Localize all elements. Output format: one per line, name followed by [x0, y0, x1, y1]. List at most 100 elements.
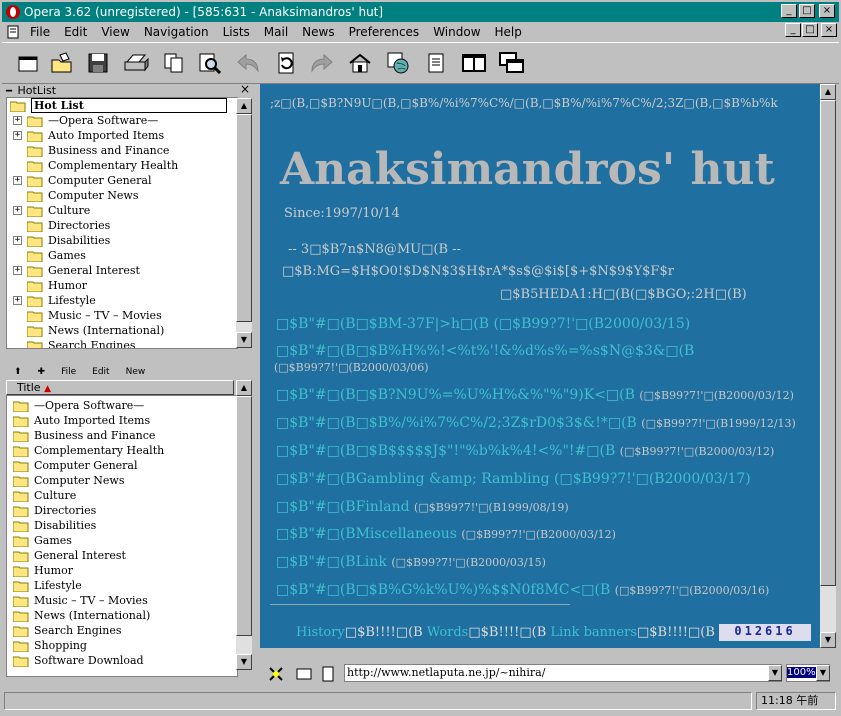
cascade-icon[interactable] — [498, 49, 526, 77]
move-up-icon[interactable]: ⬆ — [6, 367, 30, 377]
hotlist-item[interactable]: Music – TV – Movies — [7, 308, 237, 323]
minimize-button[interactable]: _ — [781, 4, 797, 18]
notes-icon[interactable] — [422, 49, 450, 77]
scroll-up-button[interactable]: ▲ — [236, 380, 252, 396]
new-page-icon[interactable] — [14, 49, 42, 77]
hotlist-new-button[interactable]: New — [118, 367, 154, 377]
hotlist-item[interactable]: Directories — [7, 218, 237, 233]
scroll-thumb[interactable] — [236, 114, 252, 322]
scroll-thumb[interactable] — [820, 100, 836, 586]
expand-icon[interactable]: + — [13, 131, 22, 140]
title-list-item[interactable]: Humor — [7, 563, 237, 578]
split-vertical-icon[interactable] — [460, 49, 488, 77]
save-icon[interactable] — [84, 49, 112, 77]
title-list-item[interactable]: Auto Imported Items — [7, 413, 237, 428]
title-list-scrollbar[interactable]: ▲ ▼ — [236, 380, 252, 670]
hotlist-item[interactable]: Search Engines — [7, 338, 237, 348]
hotlist-item[interactable]: + General Interest — [7, 263, 237, 278]
title-list-item[interactable]: Disabilities — [7, 518, 237, 533]
scroll-down-button[interactable]: ▼ — [236, 654, 252, 670]
menu-file[interactable]: File — [23, 25, 57, 39]
title-list-item[interactable]: Culture — [7, 488, 237, 503]
window-icon[interactable] — [296, 668, 312, 683]
menu-view[interactable]: View — [94, 25, 136, 39]
hotlist-item[interactable]: + Disabilities — [7, 233, 237, 248]
zoom-dropdown-button[interactable]: ▼ — [816, 665, 830, 681]
scroll-up-button[interactable]: ▲ — [820, 84, 836, 100]
title-list-item[interactable]: Search Engines — [7, 623, 237, 638]
title-list-item[interactable]: Software Download — [7, 653, 237, 668]
title-list-item[interactable]: Games — [7, 533, 237, 548]
back-icon[interactable] — [234, 49, 262, 77]
content-link[interactable]: □$B"#□(B□$B%/%i%7%C%/2;3Z$rD0$3$&!*□(B — [276, 415, 637, 431]
expand-icon[interactable]: + — [13, 236, 22, 245]
maximize-button[interactable]: □ — [799, 4, 815, 18]
menu-edit[interactable]: Edit — [57, 25, 94, 39]
reload-icon[interactable] — [272, 49, 300, 77]
menu-news[interactable]: News — [295, 25, 341, 39]
menu-mail[interactable]: Mail — [257, 25, 295, 39]
title-list-item[interactable]: Shopping — [7, 638, 237, 653]
title-list-item[interactable]: —Opera Software— — [7, 398, 237, 413]
globe-icon[interactable] — [384, 49, 412, 77]
find-icon[interactable] — [196, 49, 224, 77]
expand-icon[interactable]: + — [13, 296, 22, 305]
scroll-down-button[interactable]: ▼ — [236, 332, 252, 348]
content-link[interactable]: □$B"#□(BGambling &amp; Rambling — [276, 471, 550, 487]
copy-icon[interactable] — [160, 49, 188, 77]
hotlist-item[interactable]: Complementary Health — [7, 158, 237, 173]
content-link[interactable]: □$B"#□(BFinland — [276, 499, 410, 515]
words-link[interactable]: Words — [427, 625, 469, 640]
hotlist-item[interactable]: Humor — [7, 278, 237, 293]
menu-navigation[interactable]: Navigation — [137, 25, 216, 39]
menu-preferences[interactable]: Preferences — [342, 25, 427, 39]
close-button[interactable]: × — [819, 4, 835, 18]
menu-help[interactable]: Help — [488, 25, 529, 39]
title-list-item[interactable]: General Interest — [7, 548, 237, 563]
print-icon[interactable] — [122, 49, 150, 77]
hotlist-item[interactable]: News (International) — [7, 323, 237, 338]
hotlist-root[interactable]: Hot List — [7, 98, 237, 113]
hotlist-item[interactable]: + Culture — [7, 203, 237, 218]
scroll-down-button[interactable]: ▼ — [820, 632, 836, 648]
title-list-item[interactable]: News (International) — [7, 608, 237, 623]
expand-icon[interactable]: + — [13, 176, 22, 185]
forward-icon[interactable] — [308, 49, 336, 77]
link-banners-link[interactable]: Link banners — [550, 625, 637, 640]
title-list-item[interactable]: Computer General — [7, 458, 237, 473]
content-link[interactable]: □$B"#□(BLink — [276, 554, 387, 570]
scroll-up-button[interactable]: ▲ — [236, 98, 252, 114]
hotlist-item[interactable]: + Lifestyle — [7, 293, 237, 308]
menu-window[interactable]: Window — [426, 25, 487, 39]
hotlist-item[interactable]: Business and Finance — [7, 143, 237, 158]
history-link[interactable]: History — [296, 625, 345, 640]
scroll-thumb[interactable] — [236, 396, 252, 636]
hotlist-item[interactable]: + Auto Imported Items — [7, 128, 237, 143]
url-dropdown-button[interactable]: ▼ — [768, 665, 782, 681]
title-list-item[interactable]: Music – TV – Movies — [7, 593, 237, 608]
hotlist-file-button[interactable]: File — [53, 367, 84, 377]
title-list-item[interactable]: Directories — [7, 503, 237, 518]
title-list-item[interactable]: Complementary Health — [7, 443, 237, 458]
hotlist-item[interactable]: + —Opera Software— — [7, 113, 237, 128]
open-icon[interactable] — [48, 49, 76, 77]
home-icon[interactable] — [346, 49, 374, 77]
title-column-header[interactable]: Title ▲ — [6, 380, 234, 395]
add-icon[interactable]: ✚ — [30, 367, 54, 377]
hotlist-item[interactable]: Games — [7, 248, 237, 263]
content-scrollbar[interactable]: ▲ ▼ — [820, 84, 836, 648]
content-link[interactable]: □$B"#□(B□$B$$$$$J$"!"%b%k%4!<%"!#□(B — [276, 443, 615, 459]
hotlist-scrollbar[interactable]: ▲ ▼ — [236, 98, 252, 348]
expand-icon[interactable]: + — [13, 206, 22, 215]
content-link[interactable]: □$B"#□(B□$BM-37F|>h□(B — [276, 316, 489, 332]
mdi-close-button[interactable]: × — [821, 23, 837, 37]
content-link[interactable]: □$B"#□(BMiscellaneous — [276, 526, 457, 542]
content-link[interactable]: □$B"#□(B□$B?N9U%=%U%H%&%"%"9)K<□(B — [276, 387, 635, 403]
mdi-minimize-button[interactable]: _ — [785, 23, 801, 37]
expand-icon[interactable]: + — [13, 266, 22, 275]
page-icon[interactable] — [322, 666, 334, 685]
title-list-item[interactable]: Business and Finance — [7, 428, 237, 443]
hotlist-close-icon[interactable]: × — [240, 82, 250, 96]
hotlist-item[interactable]: Computer News — [7, 188, 237, 203]
mdi-restore-button[interactable]: □ — [802, 23, 818, 37]
